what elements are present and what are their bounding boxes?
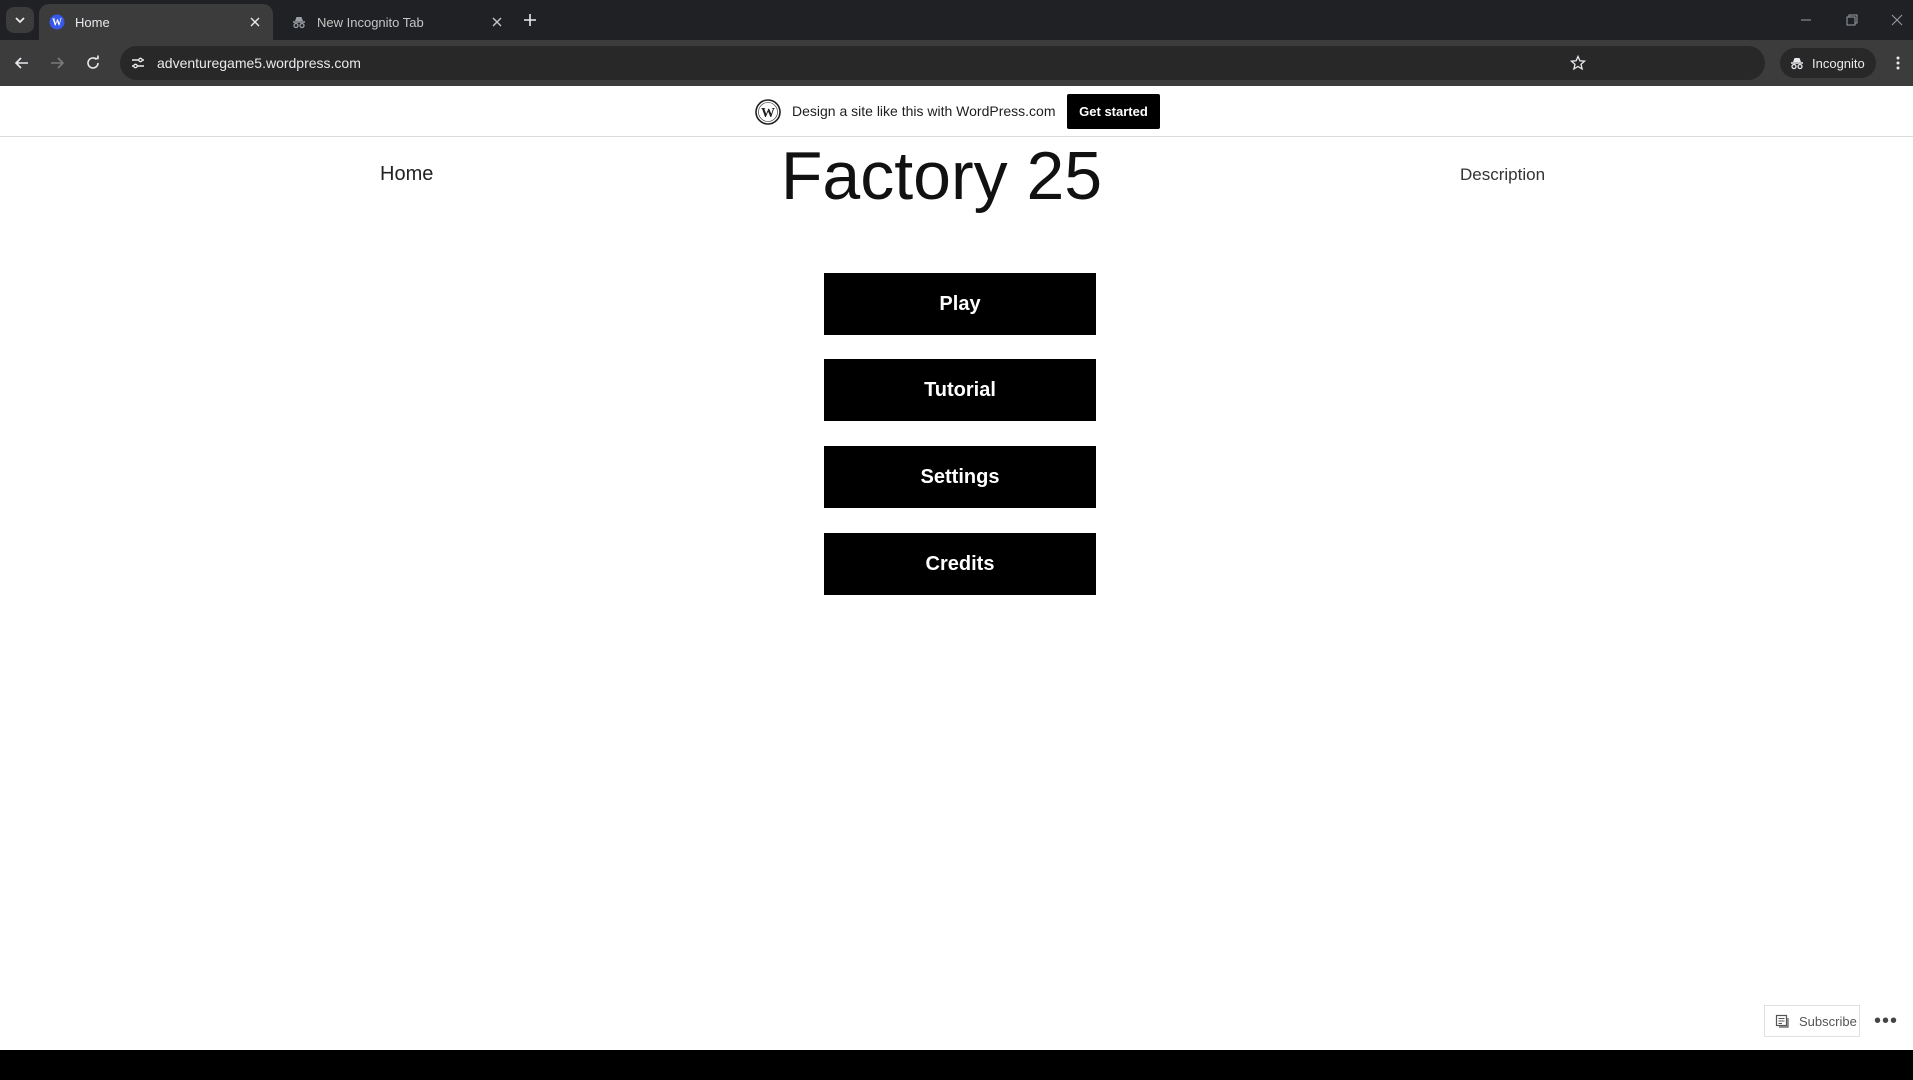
url-text[interactable]: adventuregame5.wordpress.com [157, 55, 361, 71]
more-actions-button[interactable]: ••• [1866, 1005, 1906, 1037]
arrow-right-icon [51, 57, 65, 69]
close-icon [1891, 14, 1903, 26]
address-bar[interactable]: adventuregame5.wordpress.com [120, 46, 1765, 80]
new-tab-button[interactable] [520, 10, 540, 30]
tab-title: Home [75, 14, 110, 30]
plus-icon [524, 14, 536, 26]
close-icon[interactable] [247, 14, 263, 30]
banner-text[interactable]: Design a site like this with WordPress.c… [792, 103, 1056, 119]
reload-button[interactable] [80, 50, 106, 76]
settings-button[interactable]: Settings [824, 446, 1096, 508]
reader-icon [1775, 1013, 1791, 1029]
credits-button[interactable]: Credits [824, 533, 1096, 595]
minimize-button[interactable] [1792, 8, 1820, 32]
tab-strip: W Home New Incognito Tab [0, 0, 1913, 40]
incognito-profile-button[interactable]: Incognito [1780, 48, 1876, 78]
site-title[interactable]: Factory 25 [0, 137, 1913, 215]
minimize-icon [1801, 19, 1811, 21]
close-icon[interactable] [489, 14, 505, 30]
tab-home[interactable]: W Home [39, 4, 273, 40]
tutorial-button[interactable]: Tutorial [824, 359, 1096, 421]
arrow-left-icon [14, 57, 28, 69]
browser-menu-button[interactable] [1888, 50, 1908, 76]
profile-label: Incognito [1812, 55, 1865, 71]
bottom-bar [0, 1050, 1913, 1080]
reload-icon [87, 55, 99, 69]
more-vertical-icon [1896, 56, 1900, 70]
wordpress-banner: W Design a site like this with WordPress… [0, 86, 1913, 137]
play-button[interactable]: Play [824, 273, 1096, 335]
svg-text:W: W [761, 106, 775, 121]
chevron-down-icon [15, 17, 25, 24]
tab-search-button[interactable] [6, 7, 34, 33]
bookmark-star-icon[interactable] [1569, 54, 1587, 72]
svg-text:W: W [52, 18, 62, 29]
site-settings-icon[interactable] [129, 54, 147, 72]
tab-title: New Incognito Tab [317, 14, 424, 30]
incognito-icon [291, 14, 307, 30]
restore-icon [1846, 14, 1858, 26]
forward-button[interactable] [44, 50, 70, 76]
close-window-button[interactable] [1883, 8, 1911, 32]
wordpress-logo-icon: W [755, 99, 781, 125]
back-button[interactable] [9, 50, 35, 76]
incognito-icon [1789, 55, 1805, 71]
tab-new-incognito[interactable]: New Incognito Tab [281, 4, 515, 40]
nav-link-description[interactable]: Description [1460, 165, 1545, 185]
subscribe-button[interactable]: Subscribe [1764, 1005, 1860, 1037]
get-started-button[interactable]: Get started [1067, 94, 1160, 129]
restore-button[interactable] [1838, 8, 1866, 32]
subscribe-label: Subscribe [1799, 1013, 1857, 1029]
browser-toolbar: adventuregame5.wordpress.com Incognito [0, 40, 1913, 86]
wordpress-icon: W [49, 14, 65, 30]
